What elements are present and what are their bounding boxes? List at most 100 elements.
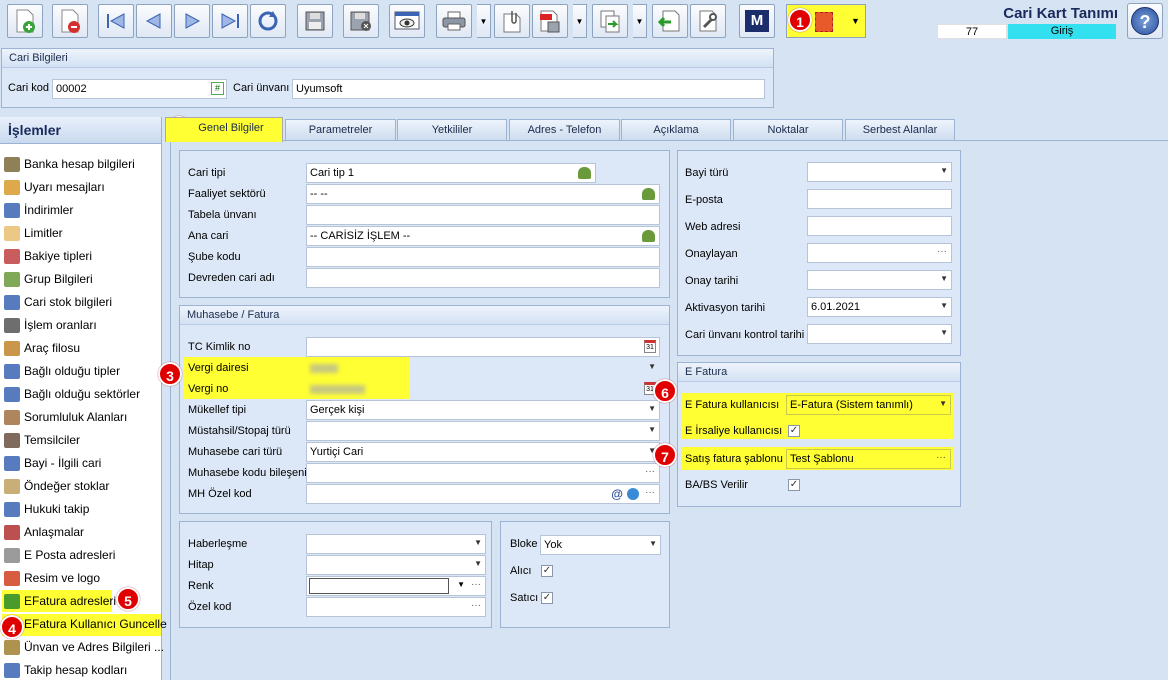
chevron-down-icon[interactable]: ▼ [940,328,948,337]
tab-aciklama[interactable]: Açıklama [621,119,731,140]
genel-field-tabela-unvani[interactable] [306,205,660,225]
muhasebe-field-muhasebe-kodu-bileseni[interactable]: ··· [306,463,660,483]
sidebar-item-temsilciler[interactable]: Temsilciler [4,430,80,450]
right-field-aktivasyon-tarihi[interactable]: 6.01.2021 ▼ [807,297,952,317]
m-button[interactable]: M [739,4,775,38]
refresh-button[interactable] [250,4,286,38]
sidebar-item-banka-hesap-bilgileri[interactable]: Banka hesap bilgileri [4,154,135,174]
attachment-button[interactable] [494,4,530,38]
previous-record-button[interactable] [136,4,172,38]
chevron-down-icon[interactable]: ▼ [474,538,482,547]
muhasebe-field-vergi-no[interactable]: 31 [306,379,660,399]
next-record-button[interactable] [174,4,210,38]
hash-icon[interactable]: # [211,82,224,95]
sidebar-item-efatura-adresleri[interactable]: EFatura adresleri [4,591,116,611]
muhasebe-field-mh-ozel-kod[interactable]: @ ··· [306,484,660,504]
pdf-dropdown[interactable]: ▼ [573,4,587,38]
muhasebe-field-mukellef-tipi[interactable]: Gerçek kişi ▼ [306,400,660,420]
babs-checkbox[interactable]: ✓ [788,479,800,491]
ellipsis-icon[interactable]: ··· [937,246,947,257]
sidebar-item-takip-hesap-kodlari[interactable]: Takip hesap kodları [4,660,127,680]
sidebar-item-e-posta-adresleri[interactable]: E Posta adresleri [4,545,115,565]
haber-field-hitap[interactable]: ▼ [306,555,486,575]
satis-fatura-sablonu-input[interactable]: Test Şablonu ··· [786,449,951,469]
sidebar-item-anlasmalar[interactable]: Anlaşmalar [4,522,84,542]
ellipsis-icon[interactable]: ··· [936,452,946,463]
ellipsis-icon[interactable]: ··· [471,600,481,611]
tools-button[interactable] [690,4,726,38]
right-field-cari-unvani-kontrol-tarihi[interactable]: ▼ [807,324,952,344]
genel-field-ana-cari[interactable]: -- CARİSİZ İŞLEM -- [306,226,660,246]
first-record-button[interactable] [98,4,134,38]
delete-record-button[interactable] [52,4,88,38]
copy-button[interactable] [592,4,628,38]
tab-genel-bilgiler[interactable]: Genel Bilgiler [165,117,283,142]
chevron-down-icon[interactable]: ▼ [940,166,948,175]
cari-kod-input[interactable]: 00002 # [52,79,227,99]
people-icon[interactable] [642,188,655,200]
ellipsis-icon[interactable]: ··· [471,579,481,590]
satici-checkbox[interactable]: ✓ [541,592,553,604]
right-field-bayi-turu[interactable]: ▼ [807,162,952,182]
globe-icon[interactable] [627,488,639,500]
haber-field-haberlesme[interactable]: ▼ [306,534,486,554]
calendar-icon[interactable]: 31 [644,340,656,353]
pdf-export-button[interactable] [532,4,568,38]
sidebar-item-limitler[interactable]: Limitler [4,223,63,243]
people-icon[interactable] [578,167,591,179]
eirsaliye-checkbox[interactable]: ✓ [788,425,800,437]
sidebar-item-hukuki-takip[interactable]: Hukuki takip [4,499,89,519]
genel-field-sube-kodu[interactable] [306,247,660,267]
chevron-down-icon[interactable]: ▼ [940,274,948,283]
tab-serbest-alanlar[interactable]: Serbest Alanlar [845,119,955,140]
sidebar-item-bayi-ilgili-cari[interactable]: Bayi - İlgili cari [4,453,101,473]
sidebar-item-bakiye-tipleri[interactable]: Bakiye tipleri [4,246,92,266]
help-button[interactable]: ? [1127,3,1163,39]
cari-unvani-input[interactable]: Uyumsoft [292,79,765,99]
save-button[interactable] [297,4,333,38]
sidebar-item-arac-filosu[interactable]: Araç filosu [4,338,80,358]
genel-field-devreden-cari-adi[interactable] [306,268,660,288]
sidebar-item-bagli-oldugu-sektorler[interactable]: Bağlı olduğu sektörler [4,384,140,404]
right-field-onay-tarihi[interactable]: ▼ [807,270,952,290]
last-record-button[interactable] [212,4,248,38]
haber-field-ozel-kod[interactable]: ··· [306,597,486,617]
chevron-down-icon[interactable]: ▼ [648,425,656,434]
sidebar-item-ondeger-stoklar[interactable]: Öndeğer stoklar [4,476,109,496]
sidebar-item-efatura-kullanici-guncelle[interactable]: EFatura Kullanıcı Guncelle [4,614,167,634]
chevron-down-icon[interactable]: ▼ [648,362,656,371]
right-field-onaylayan[interactable]: ··· [807,243,952,263]
chevron-down-icon[interactable]: ▼ [474,559,482,568]
alici-checkbox[interactable]: ✓ [541,565,553,577]
preview-button[interactable] [389,4,425,38]
muhasebe-field-muhasebe-cari-turu[interactable]: Yurtiçi Cari ▼ [306,442,660,462]
print-button[interactable] [436,4,472,38]
haber-field-renk[interactable]: ▼ ··· [306,576,486,596]
ellipsis-icon[interactable]: ··· [645,487,655,498]
tab-adres-telefon[interactable]: Adres - Telefon [509,119,620,140]
genel-field-faaliyet-sektoru[interactable]: -- -- [306,184,660,204]
bloke-select[interactable]: Yok ▼ [540,535,661,555]
new-record-button[interactable] [7,4,43,38]
sidebar-item-sorumluluk-alanlari[interactable]: Sorumluluk Alanları [4,407,127,427]
chevron-down-icon[interactable]: ▼ [648,404,656,413]
sidebar-item-unvan-ve-adres-bilgileri[interactable]: Ünvan ve Adres Bilgileri ... [4,637,164,657]
tab-noktalar[interactable]: Noktalar [733,119,843,140]
save-close-button[interactable] [343,4,379,38]
sidebar-item-indirimler[interactable]: İndirimler [4,200,73,220]
sidebar-item-uyari-mesajlari[interactable]: Uyarı mesajları [4,177,105,197]
muhasebe-field-tc-kimlik-no[interactable]: 31 [306,337,660,357]
chevron-down-icon[interactable]: ▼ [940,301,948,310]
print-dropdown[interactable]: ▼ [477,4,491,38]
sidebar-item-resim-ve-logo[interactable]: Resim ve logo [4,568,100,588]
copy-dropdown[interactable]: ▼ [633,4,647,38]
people-icon[interactable] [642,230,655,242]
sidebar-item-cari-stok-bilgileri[interactable]: Cari stok bilgileri [4,292,112,312]
muhasebe-field-mustahsil-stopaj-turu[interactable]: ▼ [306,421,660,441]
sidebar-item-grup-bilgileri[interactable]: Grup Bilgileri [4,269,93,289]
tab-parametreler[interactable]: Parametreler [285,119,396,140]
right-field-e-posta[interactable] [807,189,952,209]
sidebar-item-islem-oranlari[interactable]: İşlem oranları [4,315,97,335]
tab-yetkililer[interactable]: Yetkililer [397,119,507,140]
chevron-down-icon[interactable]: ▼ [457,580,465,589]
